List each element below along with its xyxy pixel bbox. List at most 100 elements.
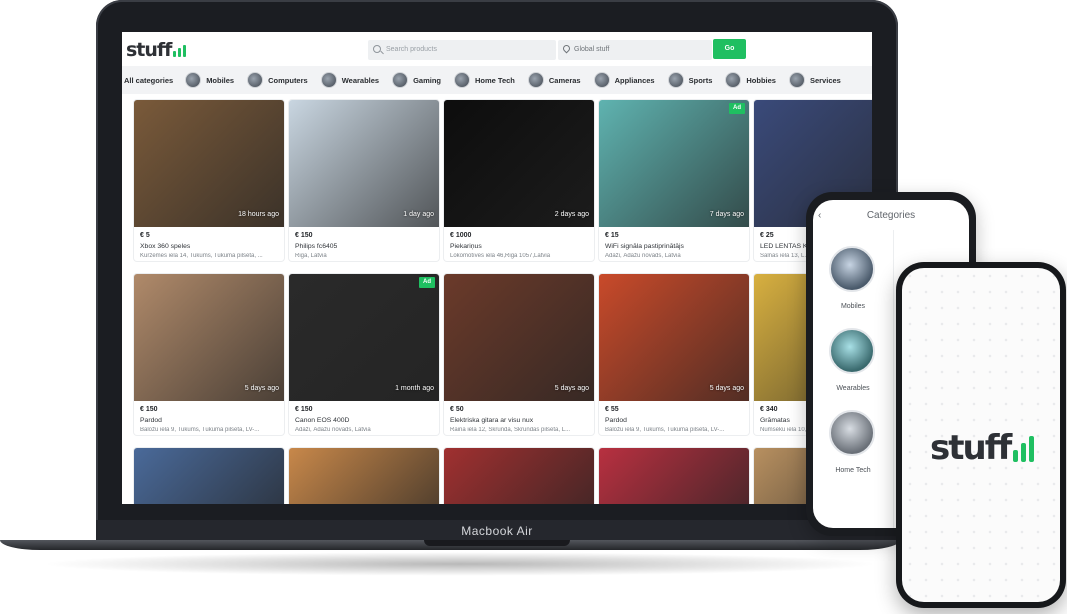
listing-image — [444, 274, 594, 401]
listing-address: Baložu iela 9, Tukums, Tukuma pilsēta, L… — [140, 427, 260, 433]
hobbies-icon — [725, 72, 742, 88]
category-label: Mobiles — [206, 75, 235, 85]
listing-address: Riga, Latvia — [295, 253, 327, 259]
listing-image — [289, 100, 439, 227]
category-label: Appliances — [614, 75, 655, 85]
listing-title: Pardod — [605, 417, 627, 424]
listing-image — [134, 100, 284, 227]
listing-image — [599, 100, 749, 227]
categories-header: Categories — [866, 210, 916, 221]
listing-address: Kurzemes iela 14, Tukums, Tukuma pilsēta… — [140, 253, 263, 259]
category-services[interactable]: Services — [788, 72, 841, 88]
listing-price: € 50 — [450, 406, 464, 413]
splash-logo: stuff — [930, 428, 1035, 468]
category-all-categories[interactable]: All categories — [124, 76, 173, 85]
listing-price: € 150 — [295, 232, 313, 239]
phone-front-screen: stuff — [902, 268, 1060, 602]
listing-price: € 55 — [605, 406, 619, 413]
wearables-image — [829, 328, 875, 374]
gaming-icon — [392, 72, 409, 88]
listing-image — [599, 448, 749, 504]
listing-age: 7 days ago — [709, 211, 744, 218]
category-item-mobiles[interactable]: Mobiles — [829, 246, 877, 310]
listing-card[interactable]: 5 days ago € 50 Elektriska gitara ar visu … — [444, 274, 594, 435]
ad-badge: Ad — [729, 103, 745, 114]
listing-price: € 15 — [605, 232, 619, 239]
category-item-wearables[interactable]: Wearables — [829, 328, 877, 392]
listing-card[interactable]: 5 days ago € 150 Pardod Baložu iela 9, Tuku… — [134, 274, 284, 435]
cameras-icon — [527, 72, 544, 88]
mockup-stage: Macbook Air stuff Search products Global… — [0, 0, 1067, 614]
location-input[interactable]: Global stuff — [558, 40, 712, 60]
listing-title: Piekariņus — [450, 243, 482, 250]
search-input[interactable]: Search products — [368, 40, 556, 60]
category-label: Mobiles — [840, 303, 866, 310]
listing-age: 1 month ago — [395, 385, 434, 392]
category-label: Hobbies — [746, 75, 776, 85]
category-mobiles[interactable]: Mobiles — [185, 72, 234, 88]
category-label: Wearables — [836, 385, 870, 392]
ad-badge: Ad — [419, 277, 435, 288]
listing-card[interactable]: 18 hours ago € 5 Xbox 360 speles Kurzemes i… — [134, 100, 284, 261]
laptop-brand-label: Macbook Air — [461, 524, 533, 538]
listing-image — [289, 448, 439, 504]
category-label: Services — [809, 75, 841, 85]
listing-age: 2 days ago — [554, 211, 589, 218]
listing-price: € 5 — [140, 232, 150, 239]
listing-address: Raina iela 12, Skrunda, Skrundas pilsēta… — [450, 427, 571, 433]
logo-bars-icon — [173, 45, 187, 57]
site-logo[interactable]: stuff — [126, 39, 187, 61]
listing-title: WiFi signāla pastiprinātājs — [605, 243, 684, 250]
listing-price: € 25 — [760, 232, 774, 239]
listing-image — [444, 100, 594, 227]
category-hobbies[interactable]: Hobbies — [725, 72, 776, 88]
go-button[interactable]: Go — [713, 39, 746, 59]
search-placeholder: Search products — [386, 46, 437, 53]
category-sports[interactable]: Sports — [667, 72, 712, 88]
category-label: Cameras — [548, 75, 581, 85]
listing-address: Ādaži, Ādažu novads, Latvia — [605, 253, 681, 259]
mobiles-image — [829, 246, 875, 292]
top-bar: stuff Search products Global stuff Go — [122, 32, 872, 66]
listing-card[interactable] — [444, 448, 594, 504]
listing-card[interactable]: Ad 7 days ago € 15 WiFi signāla pastiprināt… — [599, 100, 749, 261]
category-bar: All categories Mobiles Computers Wearables G… — [122, 66, 872, 94]
category-computers[interactable]: Computers — [247, 72, 308, 88]
category-item-home-tech[interactable]: Home Tech — [829, 410, 877, 474]
listing-price: € 150 — [140, 406, 158, 413]
home-tech-image — [829, 410, 875, 456]
category-label: Wearables — [341, 75, 380, 85]
listing-title: Philips fc6405 — [295, 243, 338, 250]
column-divider — [893, 230, 894, 528]
logo-text: stuff — [126, 39, 172, 61]
splash-logo-text: stuff — [930, 428, 1012, 468]
location-pin-icon — [561, 43, 572, 54]
listing-card[interactable]: 5 days ago € 55 Pardod Baložu iela 9, Tukum… — [599, 274, 749, 435]
category-appliances[interactable]: Appliances — [593, 72, 655, 88]
listing-image — [599, 274, 749, 401]
listing-card[interactable]: Ad 1 month ago € 150 Canon EOS 400D Ādaži, Ā… — [289, 274, 439, 435]
category-label: All categories — [124, 75, 174, 85]
listing-card[interactable]: 1 day ago € 150 Philips fc6405 Riga, Latvia — [289, 100, 439, 261]
category-label: Gaming — [413, 75, 442, 85]
listing-title: Pardod — [140, 417, 162, 424]
listing-card[interactable] — [599, 448, 749, 504]
search-icon — [373, 45, 381, 53]
category-cameras[interactable]: Cameras — [527, 72, 581, 88]
category-wearables[interactable]: Wearables — [320, 72, 380, 88]
category-home-tech[interactable]: Home Tech — [454, 72, 515, 88]
listing-title: Canon EOS 400D — [295, 417, 350, 424]
category-gaming[interactable]: Gaming — [392, 72, 441, 88]
computers-icon — [247, 72, 264, 88]
listing-title: Xbox 360 speles — [140, 243, 191, 250]
listing-image — [134, 448, 284, 504]
listing-card[interactable]: 2 days ago € 1000 Piekariņus Lokomotīves ie… — [444, 100, 594, 261]
listing-price: € 1000 — [450, 232, 472, 239]
listing-address: Lokomotīves iela 46,Riga 1057,Latvia — [450, 253, 551, 259]
listing-card[interactable] — [289, 448, 439, 504]
listing-card[interactable] — [134, 448, 284, 504]
listing-price: € 150 — [295, 406, 313, 413]
home-tech-icon — [454, 72, 471, 88]
laptop-screen: stuff Search products Global stuff Go Al… — [122, 32, 872, 504]
category-label: Home Tech — [835, 467, 871, 474]
